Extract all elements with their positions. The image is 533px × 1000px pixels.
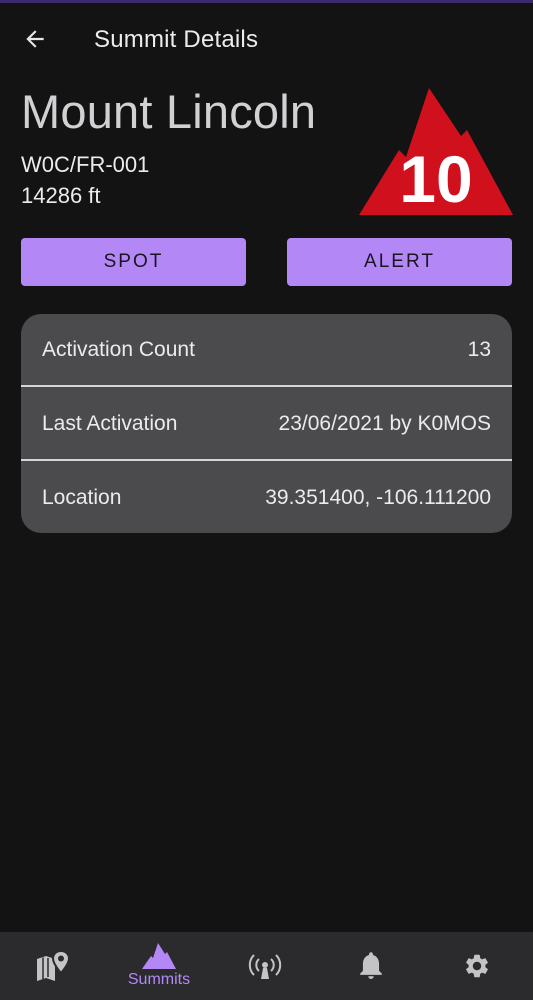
- bell-icon: [360, 952, 382, 979]
- location-row: Location 39.351400, -106.111200: [21, 462, 512, 533]
- nav-settings[interactable]: [424, 932, 530, 1000]
- summit-code: W0C/FR-001: [21, 152, 150, 177]
- back-button[interactable]: [14, 21, 56, 57]
- last-activation-value: 23/06/2021 by K0MOS: [278, 412, 491, 435]
- nav-summits[interactable]: Summits: [106, 932, 212, 1000]
- mountain-icon: [142, 943, 176, 969]
- summit-points: 10: [399, 142, 473, 216]
- app-bar: Summit Details: [0, 3, 533, 73]
- arrow-back-icon: [26, 30, 44, 48]
- alert-button[interactable]: ALERT: [287, 238, 512, 286]
- activation-count-value: 13: [467, 338, 491, 361]
- radio-tower-icon: [248, 954, 282, 979]
- last-activation-row: Last Activation 23/06/2021 by K0MOS: [21, 388, 512, 460]
- activation-count-row: Activation Count 13: [21, 314, 512, 386]
- spot-button[interactable]: SPOT: [21, 238, 246, 286]
- page-title: Summit Details: [94, 26, 259, 53]
- row-divider: [21, 459, 512, 461]
- nav-summits-label: Summits: [127, 971, 191, 988]
- summit-details-screen: Summit Details Mount Lincoln W0C/FR-001 …: [0, 0, 533, 1000]
- summit-info-card: Activation Count 13 Last Activation 23/0…: [21, 314, 512, 533]
- last-activation-label: Last Activation: [42, 412, 178, 435]
- activation-count-label: Activation Count: [42, 338, 195, 361]
- summit-altitude: 14286 ft: [21, 183, 101, 208]
- bottom-navigation: Summits: [0, 932, 533, 1000]
- summit-name: Mount Lincoln: [21, 85, 317, 138]
- nav-spots[interactable]: [212, 932, 318, 1000]
- row-divider: [21, 385, 512, 387]
- gear-icon: [466, 954, 488, 978]
- map-pin-icon: [37, 949, 71, 981]
- nav-map[interactable]: [0, 932, 106, 1000]
- location-label: Location: [42, 486, 122, 509]
- location-value: 39.351400, -106.111200: [265, 486, 491, 509]
- nav-alerts[interactable]: [318, 932, 424, 1000]
